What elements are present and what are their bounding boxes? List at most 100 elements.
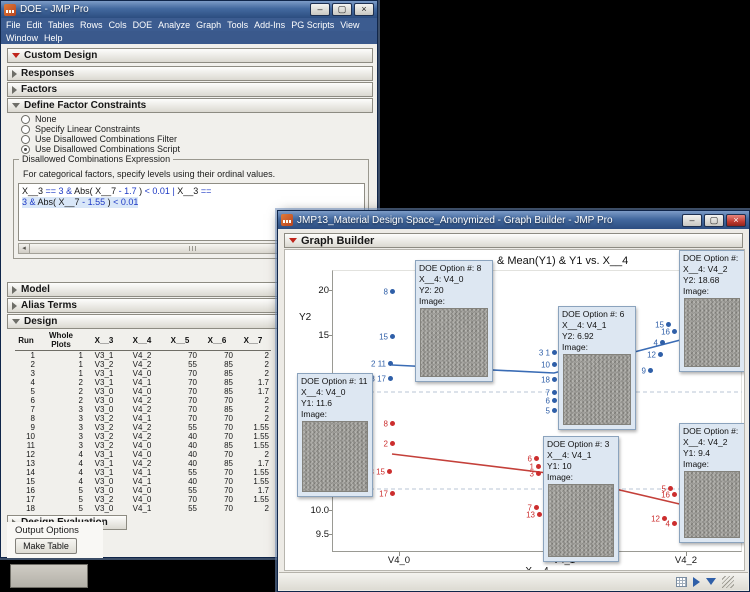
data-point-blue[interactable]	[658, 352, 663, 357]
desktop-background: DOE - JMP Pro – ▢ × FileEditTablesRowsCo…	[0, 0, 750, 592]
y2-axis-label[interactable]: Y2	[299, 312, 311, 323]
data-point-blue[interactable]	[552, 398, 557, 403]
design-table-row[interactable]: 113V3_2V4_040851.55	[15, 441, 271, 450]
scroll-left-arrow[interactable]: ◂	[19, 244, 30, 253]
data-point-blue[interactable]	[388, 376, 393, 381]
disclosure-icon[interactable]	[12, 319, 20, 324]
design-table-row[interactable]: 103V3_2V4_240701.55	[15, 432, 271, 441]
menu-add-ins[interactable]: Add-Ins	[251, 20, 288, 30]
design-table-row[interactable]: 124V3_1V4_040702	[15, 450, 271, 459]
data-point-blue[interactable]	[552, 408, 557, 413]
data-point-blue[interactable]	[672, 329, 677, 334]
data-point-blue[interactable]	[390, 334, 395, 339]
close-button[interactable]: ×	[726, 214, 746, 227]
menu-cols[interactable]: Cols	[106, 20, 130, 30]
data-table-icon[interactable]	[676, 577, 687, 587]
design-table-row[interactable]: 52V3_0V4_070851.7	[15, 387, 271, 396]
data-point-red[interactable]	[387, 469, 392, 474]
menu-tools[interactable]: Tools	[224, 20, 251, 30]
design-table-row[interactable]: 175V3_2V4_070701.55	[15, 495, 271, 504]
menu-window[interactable]: Window	[3, 33, 41, 43]
design-table-row[interactable]: 62V3_0V4_270702	[15, 396, 271, 405]
maximize-button[interactable]: ▢	[704, 214, 724, 227]
design-table-row[interactable]: 21V3_2V4_255852	[15, 360, 271, 369]
data-point-red[interactable]	[534, 456, 539, 461]
minimize-button[interactable]: –	[310, 3, 330, 16]
constraint-option-none[interactable]: None	[21, 114, 57, 124]
design-table-row[interactable]: 11V3_1V4_270702	[15, 351, 271, 361]
data-point-red[interactable]	[390, 491, 395, 496]
make-table-button[interactable]: Make Table	[15, 538, 77, 554]
constraint-option-use-disallowed-combinations-filter[interactable]: Use Disallowed Combinations Filter	[21, 134, 177, 144]
menu-doe[interactable]: DOE	[130, 20, 156, 30]
data-point-blue[interactable]	[390, 289, 395, 294]
data-point-blue[interactable]	[660, 340, 665, 345]
outline-define-factor-constraints[interactable]: Define Factor Constraints	[7, 98, 373, 113]
menu-analyze[interactable]: Analyze	[155, 20, 193, 30]
data-point-blue[interactable]	[552, 350, 557, 355]
gb-titlebar[interactable]: JMP13_Material Design Space_Anonymized -…	[278, 211, 749, 229]
outline-responses[interactable]: Responses	[7, 66, 373, 81]
design-table-row[interactable]: 93V3_2V4_255701.55	[15, 423, 271, 432]
x-axis-label[interactable]: X__4	[332, 566, 742, 571]
radio-button[interactable]	[21, 125, 30, 134]
radio-button[interactable]	[21, 115, 30, 124]
doe-titlebar[interactable]: DOE - JMP Pro – ▢ ×	[1, 1, 377, 18]
outline-custom-design[interactable]: Custom Design	[7, 48, 373, 63]
dropdown-arrow-icon[interactable]	[706, 578, 716, 585]
disclosure-icon[interactable]	[12, 70, 17, 78]
menu-rows[interactable]: Rows	[77, 20, 106, 30]
data-point-blue[interactable]	[388, 361, 393, 366]
data-point-red[interactable]	[536, 471, 541, 476]
menu-edit[interactable]: Edit	[24, 20, 46, 30]
design-cell: 4	[37, 459, 85, 468]
design-table-row[interactable]: 185V3_0V4_155702	[15, 504, 271, 513]
resize-grip[interactable]	[722, 576, 734, 588]
design-table-row[interactable]: 165V3_0V4_055701.7	[15, 486, 271, 495]
design-table-row[interactable]: 73V3_0V4_270852	[15, 405, 271, 414]
data-point-red[interactable]	[537, 512, 542, 517]
run-arrow-icon[interactable]	[693, 577, 700, 587]
radio-button[interactable]	[21, 145, 30, 154]
design-table-row[interactable]: 83V3_2V4_170702	[15, 414, 271, 423]
data-point-red[interactable]	[390, 421, 395, 426]
red-triangle-icon[interactable]	[12, 53, 20, 58]
outline-factors[interactable]: Factors	[7, 82, 373, 97]
tick	[328, 510, 332, 511]
constraint-option-use-disallowed-combinations-script[interactable]: Use Disallowed Combinations Script	[21, 144, 180, 154]
menu-tables[interactable]: Tables	[45, 20, 77, 30]
red-triangle-icon[interactable]	[289, 238, 297, 243]
data-point-red[interactable]	[672, 492, 677, 497]
outline-graph-builder[interactable]: Graph Builder	[284, 233, 743, 248]
design-table-row[interactable]: 42V3_1V4_170851.7	[15, 378, 271, 387]
disclosure-icon[interactable]	[12, 103, 20, 108]
design-table-row[interactable]: 144V3_1V4_155701.55	[15, 468, 271, 477]
data-point-blue[interactable]	[552, 377, 557, 382]
close-button[interactable]: ×	[354, 3, 374, 16]
menu-pg-scripts[interactable]: PG Scripts	[288, 20, 337, 30]
minimize-button[interactable]: –	[682, 214, 702, 227]
disclosure-icon[interactable]	[12, 302, 17, 310]
menu-graph[interactable]: Graph	[193, 20, 224, 30]
design-table-row[interactable]: 31V3_1V4_070852	[15, 369, 271, 378]
data-point-blue[interactable]	[552, 390, 557, 395]
data-point-red[interactable]	[536, 464, 541, 469]
design-table-row[interactable]: 134V3_1V4_240851.7	[15, 459, 271, 468]
design-table-row[interactable]: 154V3_0V4_140701.55	[15, 477, 271, 486]
menu-view[interactable]: View	[337, 20, 362, 30]
data-point-red[interactable]	[672, 521, 677, 526]
design-cell: V4_0	[123, 441, 161, 450]
data-point-blue[interactable]	[552, 362, 557, 367]
menu-help[interactable]: Help	[41, 33, 66, 43]
constraint-option-specify-linear-constraints[interactable]: Specify Linear Constraints	[21, 124, 140, 134]
menu-file[interactable]: File	[3, 20, 24, 30]
graph-canvas[interactable]: & Mean(Y1) & Y1 vs. X__4 8152 1113 173 1…	[284, 249, 745, 571]
maximize-button[interactable]: ▢	[332, 3, 352, 16]
y-axis-label[interactable]: Y	[303, 474, 310, 485]
disclosure-icon[interactable]	[12, 86, 17, 94]
radio-button[interactable]	[21, 135, 30, 144]
data-point-red[interactable]	[390, 441, 395, 446]
disclosure-icon[interactable]	[12, 286, 17, 294]
point-label: 2	[384, 439, 388, 448]
data-point-blue[interactable]	[648, 368, 653, 373]
